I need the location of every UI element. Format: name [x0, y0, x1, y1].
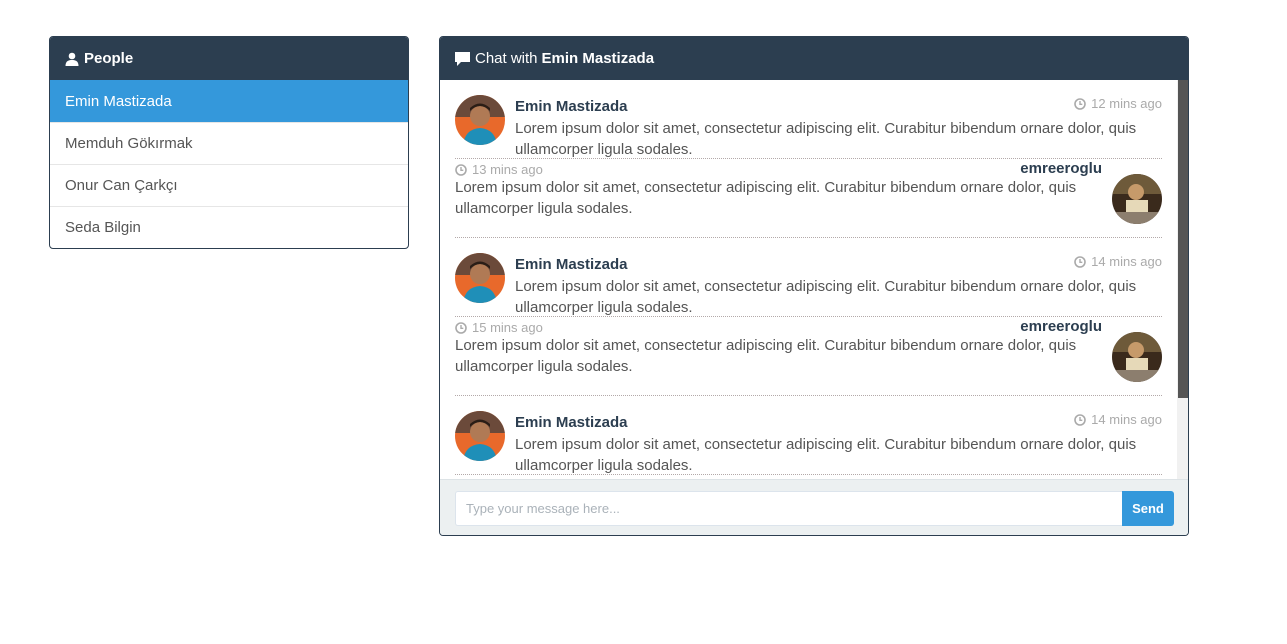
people-panel-header: People: [50, 37, 408, 80]
avatar: [455, 95, 505, 145]
message-author: Emin Mastizada: [515, 256, 628, 273]
message-text: Lorem ipsum dolor sit amet, consectetur …: [515, 278, 1137, 316]
chat-title-prefix: Chat with: [475, 50, 538, 67]
people-item-label: Seda Bilgin: [65, 219, 141, 236]
message-author: emreeroglu: [1020, 318, 1102, 335]
avatar: [1112, 332, 1162, 382]
clock-icon: [1074, 413, 1086, 426]
people-item-label: Onur Can Çarkçı: [65, 177, 178, 194]
message-text: Lorem ipsum dolor sit amet, consectetur …: [455, 179, 1077, 217]
message-text: Lorem ipsum dolor sit amet, consectetur …: [515, 436, 1137, 474]
message-author: emreeroglu: [1020, 160, 1102, 177]
message-input[interactable]: [455, 491, 1122, 526]
user-icon: [65, 52, 79, 66]
message-time-text: 15 mins ago: [472, 320, 543, 335]
message-time: 13 mins ago: [455, 162, 543, 177]
chat-footer: Send: [440, 479, 1188, 535]
chat-title-name: Emin Mastizada: [541, 50, 655, 67]
chat-scrollbar[interactable]: [1177, 80, 1188, 480]
message-time-text: 14 mins ago: [1091, 254, 1162, 269]
chat-message: Emin Mastizada 14 mins ago Lorem ipsum d…: [455, 238, 1162, 317]
chat-scrollbar-thumb[interactable]: [1178, 80, 1188, 398]
chat-panel: Chat with Emin Mastizada Emin Mastizada …: [439, 36, 1189, 536]
message-time: 14 mins ago: [1074, 254, 1162, 269]
message-text: Lorem ipsum dolor sit amet, consectetur …: [455, 337, 1077, 375]
people-panel: People Emin Mastizada Memduh Gökırmak On…: [49, 36, 409, 249]
message-time-text: 12 mins ago: [1091, 96, 1162, 111]
people-item-onur-can-carkci[interactable]: Onur Can Çarkçı: [50, 164, 408, 206]
message-time-text: 14 mins ago: [1091, 412, 1162, 427]
send-button[interactable]: Send: [1122, 491, 1174, 526]
message-author: Emin Mastizada: [515, 414, 628, 431]
chat-message: emreeroglu 13 mins ago Lorem ipsum dolor…: [455, 159, 1162, 238]
avatar: [455, 411, 505, 461]
chat-message: Emin Mastizada 12 mins ago Lorem ipsum d…: [455, 80, 1162, 159]
avatar: [1112, 174, 1162, 224]
chat-message: emreeroglu 15 mins ago Lorem ipsum dolor…: [455, 317, 1162, 396]
message-time: 15 mins ago: [455, 320, 543, 335]
people-item-emin-mastizada[interactable]: Emin Mastizada: [50, 80, 408, 122]
message-time-text: 13 mins ago: [472, 162, 543, 177]
clock-icon: [1074, 255, 1086, 268]
clock-icon: [1074, 97, 1086, 110]
message-time: 12 mins ago: [1074, 96, 1162, 111]
chat-message: Emin Mastizada 14 mins ago Lorem ipsum d…: [455, 396, 1162, 475]
clock-icon: [455, 321, 467, 334]
comment-icon: [455, 51, 470, 66]
avatar: [455, 253, 505, 303]
message-author: Emin Mastizada: [515, 98, 628, 115]
people-panel-title: People: [84, 50, 134, 67]
clock-icon: [455, 163, 467, 176]
chat-panel-header: Chat with Emin Mastizada: [440, 37, 1188, 80]
message-time: 14 mins ago: [1074, 412, 1162, 427]
message-text: Lorem ipsum dolor sit amet, consectetur …: [515, 120, 1137, 158]
people-item-memduh-gokirmak[interactable]: Memduh Gökırmak: [50, 122, 408, 164]
people-list: Emin Mastizada Memduh Gökırmak Onur Can …: [50, 80, 408, 248]
people-item-label: Memduh Gökırmak: [65, 135, 193, 152]
chat-messages[interactable]: Emin Mastizada 12 mins ago Lorem ipsum d…: [440, 80, 1188, 480]
people-item-label: Emin Mastizada: [65, 92, 172, 110]
people-item-seda-bilgin[interactable]: Seda Bilgin: [50, 206, 408, 248]
